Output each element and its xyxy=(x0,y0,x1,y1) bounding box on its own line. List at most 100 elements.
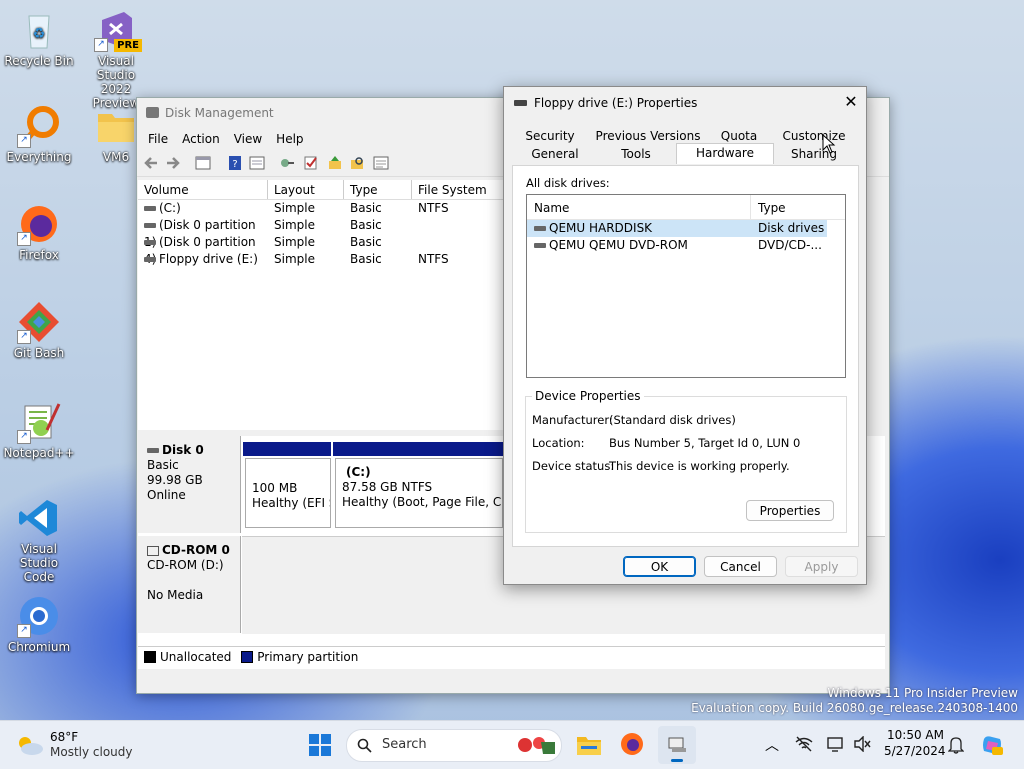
desktop-icon-vscode[interactable]: Visual Studio Code xyxy=(3,496,75,584)
column-header-type[interactable]: Type xyxy=(751,195,827,219)
copilot-icon[interactable] xyxy=(980,733,1004,757)
cdrom-icon xyxy=(147,545,159,556)
properties-dialog[interactable]: Floppy drive (E:) Properties ✕ Security … xyxy=(503,86,867,585)
shortcut-arrow-icon: ↗ xyxy=(17,134,31,148)
desktop-icon-label: Git Bash xyxy=(13,346,65,360)
show-pane-icon[interactable] xyxy=(195,155,211,171)
back-arrow-icon[interactable] xyxy=(143,155,159,171)
taskbar-search-box[interactable]: Search xyxy=(346,729,562,762)
desktop-icon-chromium[interactable]: ↗ Chromium xyxy=(3,594,75,654)
connect-icon[interactable] xyxy=(279,155,295,171)
check-icon[interactable] xyxy=(303,155,319,171)
display-icon[interactable] xyxy=(827,736,845,752)
notification-bell-icon[interactable] xyxy=(948,736,964,754)
partition-bar xyxy=(333,442,503,456)
git-bash-icon: ↗ xyxy=(17,300,61,344)
menu-view[interactable]: View xyxy=(227,128,269,150)
firefox-icon: ↗ xyxy=(17,202,61,246)
manufacturer-row: Manufacturer: (Standard disk drives) xyxy=(532,413,736,427)
cancel-button[interactable]: Cancel xyxy=(704,556,777,577)
desktop-icon-label: Notepad++ xyxy=(3,446,75,460)
partition-c[interactable]: (C:) 87.58 GB NTFS Healthy (Boot, Page F… xyxy=(335,458,503,528)
search-icon xyxy=(357,738,372,753)
properties-pane-icon[interactable] xyxy=(249,155,265,171)
desktop-icon-label: Visual Studio Code xyxy=(19,542,59,584)
menu-file[interactable]: File xyxy=(141,128,175,150)
chromium-icon: ↗ xyxy=(17,594,61,638)
taskbar-active-app[interactable] xyxy=(658,726,696,764)
menu-help[interactable]: Help xyxy=(269,128,310,150)
recycle-bin-icon: ♻ xyxy=(17,8,61,52)
desktop-icon-notepad-plus-plus[interactable]: ↗ Notepad++ xyxy=(3,400,75,460)
column-header-type[interactable]: Type xyxy=(344,180,412,199)
disk-management-taskbar-icon xyxy=(668,737,686,752)
disk-0-label[interactable]: Disk 0 Basic 99.98 GB Online xyxy=(138,436,241,533)
drive-icon xyxy=(144,257,156,262)
tab-hardware[interactable]: Hardware xyxy=(676,143,774,164)
tab-general[interactable]: General xyxy=(524,145,586,163)
menu-action[interactable]: Action xyxy=(175,128,227,150)
hard-disk-icon xyxy=(534,226,546,231)
everything-magnifier-icon: ↗ xyxy=(17,104,61,148)
cdrom-0-label[interactable]: CD-ROM 0 CD-ROM (D:) No Media xyxy=(138,536,241,633)
search-placeholder: Search xyxy=(382,737,427,752)
drive-icon xyxy=(144,223,156,228)
windows-start-icon[interactable] xyxy=(309,734,331,756)
chevron-up-icon[interactable]: ︿ xyxy=(765,735,779,755)
all-disk-drives-label: All disk drives: xyxy=(526,176,610,190)
tab-security[interactable]: Security xyxy=(522,127,578,145)
primary-partition-swatch xyxy=(241,650,254,663)
weather-widget[interactable]: 68°F Mostly cloudy xyxy=(16,729,146,761)
vscode-icon xyxy=(17,496,61,540)
network-disconnected-icon[interactable] xyxy=(795,736,813,752)
list-view-icon[interactable] xyxy=(373,155,389,171)
svg-text:?: ? xyxy=(232,159,237,170)
help-icon[interactable]: ? xyxy=(227,155,243,171)
list-item[interactable]: QEMU QEMU DVD-ROM DVD/CD-... xyxy=(527,237,827,254)
desktop-icon-everything[interactable]: ↗ Everything xyxy=(3,104,75,164)
desktop-icon-git-bash[interactable]: ↗ Git Bash xyxy=(3,300,75,360)
column-header-volume[interactable]: Volume xyxy=(138,180,268,199)
column-header-name[interactable]: Name xyxy=(527,195,751,219)
shortcut-arrow-icon: ↗ xyxy=(94,38,108,52)
volume-list[interactable]: Volume Layout Type File System (C:) Simp… xyxy=(138,180,504,430)
table-row[interactable]: (Disk 0 partition 1) Simple Basic xyxy=(138,217,504,249)
desktop-icon-firefox[interactable]: ↗ Firefox xyxy=(3,202,75,262)
clock[interactable]: 10:50 AM 5/27/2024 xyxy=(884,728,946,758)
shortcut-arrow-icon: ↗ xyxy=(17,330,31,344)
active-app-indicator xyxy=(671,759,683,762)
dialog-titlebar[interactable]: Floppy drive (E:) Properties ✕ xyxy=(504,87,866,119)
volume-list-header: Volume Layout Type File System xyxy=(138,180,504,200)
disk-drives-list[interactable]: Name Type QEMU HARDDISK Disk drives QEMU… xyxy=(526,194,846,378)
drive-icon xyxy=(144,206,156,211)
firefox-taskbar-icon[interactable] xyxy=(620,732,644,756)
column-header-layout[interactable]: Layout xyxy=(268,180,344,199)
table-row[interactable]: (Disk 0 partition 4) Simple Basic xyxy=(138,234,504,266)
file-explorer-icon[interactable] xyxy=(576,733,602,757)
device-properties-button[interactable]: Properties xyxy=(746,500,834,521)
dvd-drive-icon xyxy=(534,243,546,248)
device-properties-group: Device Properties Manufacturer: (Standar… xyxy=(525,389,847,533)
window-title: Disk Management xyxy=(165,106,274,120)
column-header-file-system[interactable]: File System xyxy=(412,180,504,199)
list-item[interactable]: QEMU HARDDISK Disk drives xyxy=(527,220,827,237)
tab-customize[interactable]: Customize xyxy=(782,127,846,145)
device-status-row: Device status: This device is working pr… xyxy=(532,459,790,473)
tab-tools[interactable]: Tools xyxy=(608,145,664,163)
table-row[interactable]: (C:) Simple Basic NTFS xyxy=(138,200,504,217)
table-row[interactable]: Floppy drive (E:) Simple Basic NTFS xyxy=(138,251,504,268)
partition-efi[interactable]: 100 MB Healthy (EFI Sy xyxy=(245,458,331,528)
svg-text:♻: ♻ xyxy=(33,26,46,42)
desktop-icon-visual-studio-2022[interactable]: PRE ↗ Visual Studio 2022 Preview xyxy=(80,8,152,110)
windows-watermark: Windows 11 Pro Insider Preview Evaluatio… xyxy=(691,686,1018,715)
volume-muted-icon[interactable] xyxy=(853,736,871,752)
desktop-icon-recycle-bin[interactable]: ♻ Recycle Bin xyxy=(3,8,75,68)
desktop-icon-label: VM6 xyxy=(102,150,130,164)
up-folder-icon[interactable] xyxy=(327,155,343,171)
floppy-drive-icon xyxy=(514,100,527,106)
close-icon[interactable]: ✕ xyxy=(836,87,866,117)
ok-button[interactable]: OK xyxy=(623,556,696,577)
forward-arrow-icon[interactable] xyxy=(165,155,181,171)
search-folder-icon[interactable] xyxy=(349,155,365,171)
apply-button[interactable]: Apply xyxy=(785,556,858,577)
